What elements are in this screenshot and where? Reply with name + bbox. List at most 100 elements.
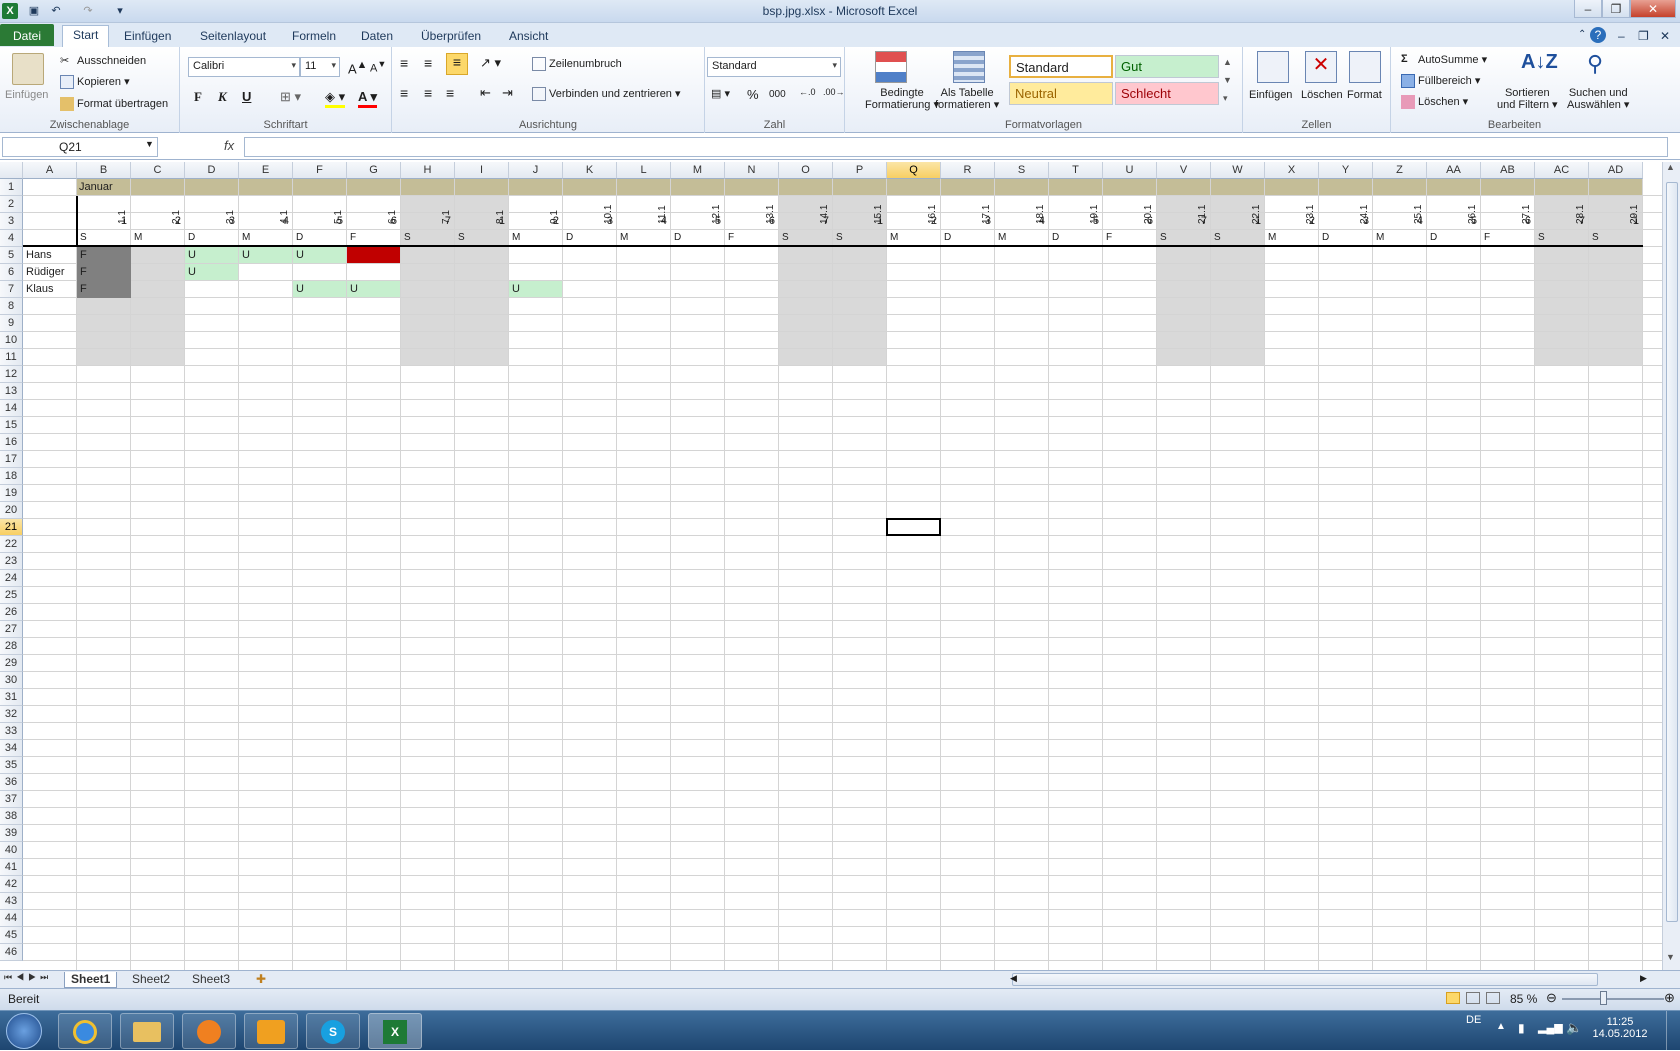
column-header-AD[interactable]: AD: [1589, 162, 1643, 179]
decrease-indent-icon[interactable]: ⇤: [480, 85, 491, 101]
style-gut[interactable]: Gut: [1115, 55, 1219, 78]
row-header-39[interactable]: 39: [0, 825, 23, 842]
zoom-slider[interactable]: [1562, 998, 1664, 1000]
sort-filter-icon[interactable]: A↓Z: [1521, 51, 1558, 83]
column-header-O[interactable]: O: [779, 162, 833, 179]
page-break-view-icon[interactable]: [1486, 992, 1500, 1004]
format-as-table-icon[interactable]: [953, 51, 985, 83]
entry-J[interactable]: U: [512, 281, 520, 297]
clock[interactable]: 11:25 14.05.2012: [1590, 1016, 1650, 1040]
row-header-22[interactable]: 22: [0, 536, 23, 553]
tab-datei[interactable]: Datei: [0, 24, 54, 46]
find-select-button[interactable]: Suchen und Auswählen ▾: [1567, 87, 1629, 111]
show-desktop-button[interactable]: [1666, 1011, 1680, 1051]
row-header-44[interactable]: 44: [0, 910, 23, 927]
row-header-17[interactable]: 17: [0, 451, 23, 468]
paste-button[interactable]: Einfügen: [5, 89, 48, 101]
media-player-icon[interactable]: [182, 1013, 236, 1049]
insert-cells-icon[interactable]: [1257, 51, 1289, 83]
entry-D[interactable]: U: [188, 247, 196, 263]
tab-daten[interactable]: Daten: [355, 27, 399, 45]
row-header-46[interactable]: 46: [0, 944, 23, 961]
sheet-tab-2[interactable]: Sheet2: [126, 972, 176, 988]
entry-G[interactable]: U: [350, 281, 358, 297]
row-header-3[interactable]: 3: [0, 213, 23, 230]
align-right-icon[interactable]: ≡: [446, 85, 454, 101]
row-header-2[interactable]: 2: [0, 196, 23, 213]
row-header-1[interactable]: 1: [0, 179, 23, 196]
row-header-8[interactable]: 8: [0, 298, 23, 315]
delete-cells-icon[interactable]: ✕: [1305, 51, 1337, 83]
format-cells-icon[interactable]: [1349, 51, 1381, 83]
align-top-icon[interactable]: ≡: [400, 55, 408, 71]
restore-workbook-icon[interactable]: ❐: [1632, 27, 1655, 45]
fill-button[interactable]: Füllbereich ▾: [1401, 74, 1480, 89]
row-header-19[interactable]: 19: [0, 485, 23, 502]
entry-B[interactable]: F: [80, 264, 87, 280]
row-header-25[interactable]: 25: [0, 587, 23, 604]
font-color-icon[interactable]: A ▾: [358, 89, 378, 108]
column-header-M[interactable]: M: [671, 162, 725, 179]
column-header-U[interactable]: U: [1103, 162, 1157, 179]
style-neutral[interactable]: Neutral: [1009, 82, 1113, 105]
row-header-29[interactable]: 29: [0, 655, 23, 672]
ie-icon[interactable]: [58, 1013, 112, 1049]
row-header-43[interactable]: 43: [0, 893, 23, 910]
column-header-I[interactable]: I: [455, 162, 509, 179]
entry-D[interactable]: U: [188, 264, 196, 280]
column-header-H[interactable]: H: [401, 162, 455, 179]
minimize-button[interactable]: –: [1574, 0, 1602, 18]
underline-button[interactable]: U: [242, 89, 251, 104]
fill-color-icon[interactable]: ◈ ▾: [325, 89, 346, 108]
column-header-W[interactable]: W: [1211, 162, 1265, 179]
sheet-nav-icon[interactable]: ⏮◀▶⏭: [4, 972, 52, 983]
font-name-select[interactable]: Calibri: [188, 57, 300, 77]
conditional-formatting-icon[interactable]: [875, 51, 907, 83]
align-middle-icon[interactable]: ≡: [424, 55, 432, 71]
zoom-out-icon[interactable]: ⊖: [1546, 990, 1557, 1006]
volume-icon[interactable]: 🔈: [1566, 1020, 1582, 1036]
row-header-15[interactable]: 15: [0, 417, 23, 434]
skype-icon[interactable]: S: [306, 1013, 360, 1049]
row-header-23[interactable]: 23: [0, 553, 23, 570]
zoom-slider-thumb[interactable]: [1600, 991, 1607, 1005]
cut-button[interactable]: ✂ Ausschneiden: [60, 54, 146, 68]
help-icon[interactable]: ?: [1590, 27, 1606, 43]
orientation-icon[interactable]: ↗ ▾: [480, 55, 501, 71]
clear-button[interactable]: Löschen ▾: [1401, 95, 1468, 110]
column-header-J[interactable]: J: [509, 162, 563, 179]
row-header-38[interactable]: 38: [0, 808, 23, 825]
row-header-31[interactable]: 31: [0, 689, 23, 706]
row-header-12[interactable]: 12: [0, 366, 23, 383]
percent-button[interactable]: %: [747, 87, 759, 102]
excel-taskbar-icon[interactable]: X: [368, 1013, 422, 1049]
minimize-workbook-icon[interactable]: –: [1612, 27, 1631, 45]
normal-view-icon[interactable]: [1446, 992, 1460, 1004]
column-header-E[interactable]: E: [239, 162, 293, 179]
show-hidden-icons-icon[interactable]: ▲: [1496, 1021, 1506, 1032]
row-header-26[interactable]: 26: [0, 604, 23, 621]
row-header-45[interactable]: 45: [0, 927, 23, 944]
column-header-Z[interactable]: Z: [1373, 162, 1427, 179]
zoom-in-icon[interactable]: ⊕: [1664, 990, 1675, 1006]
italic-button[interactable]: K: [218, 89, 227, 105]
increase-indent-icon[interactable]: ⇥: [502, 85, 513, 101]
row-header-33[interactable]: 33: [0, 723, 23, 740]
scroll-right-icon[interactable]: ▶: [1640, 973, 1647, 984]
row-header-37[interactable]: 37: [0, 791, 23, 808]
close-workbook-icon[interactable]: ✕: [1654, 27, 1676, 45]
style-standard[interactable]: Standard: [1009, 55, 1113, 78]
column-header-S[interactable]: S: [995, 162, 1049, 179]
font-size-select[interactable]: 11: [300, 57, 340, 77]
wrap-text-button[interactable]: Zeilenumbruch: [532, 57, 622, 71]
decrease-decimal-icon[interactable]: .00→: [823, 87, 845, 97]
column-header-C[interactable]: C: [131, 162, 185, 179]
row-header-27[interactable]: 27: [0, 621, 23, 638]
zoom-level[interactable]: 85 %: [1510, 992, 1537, 1006]
vertical-scrollbar[interactable]: ▲ ▼: [1662, 162, 1680, 970]
paste-icon[interactable]: [12, 53, 44, 85]
scroll-down-icon[interactable]: ▼: [1666, 952, 1675, 962]
horizontal-scroll-thumb[interactable]: [1012, 973, 1598, 986]
border-icon[interactable]: ⊞ ▾: [280, 89, 301, 105]
outlook-icon[interactable]: [244, 1013, 298, 1049]
